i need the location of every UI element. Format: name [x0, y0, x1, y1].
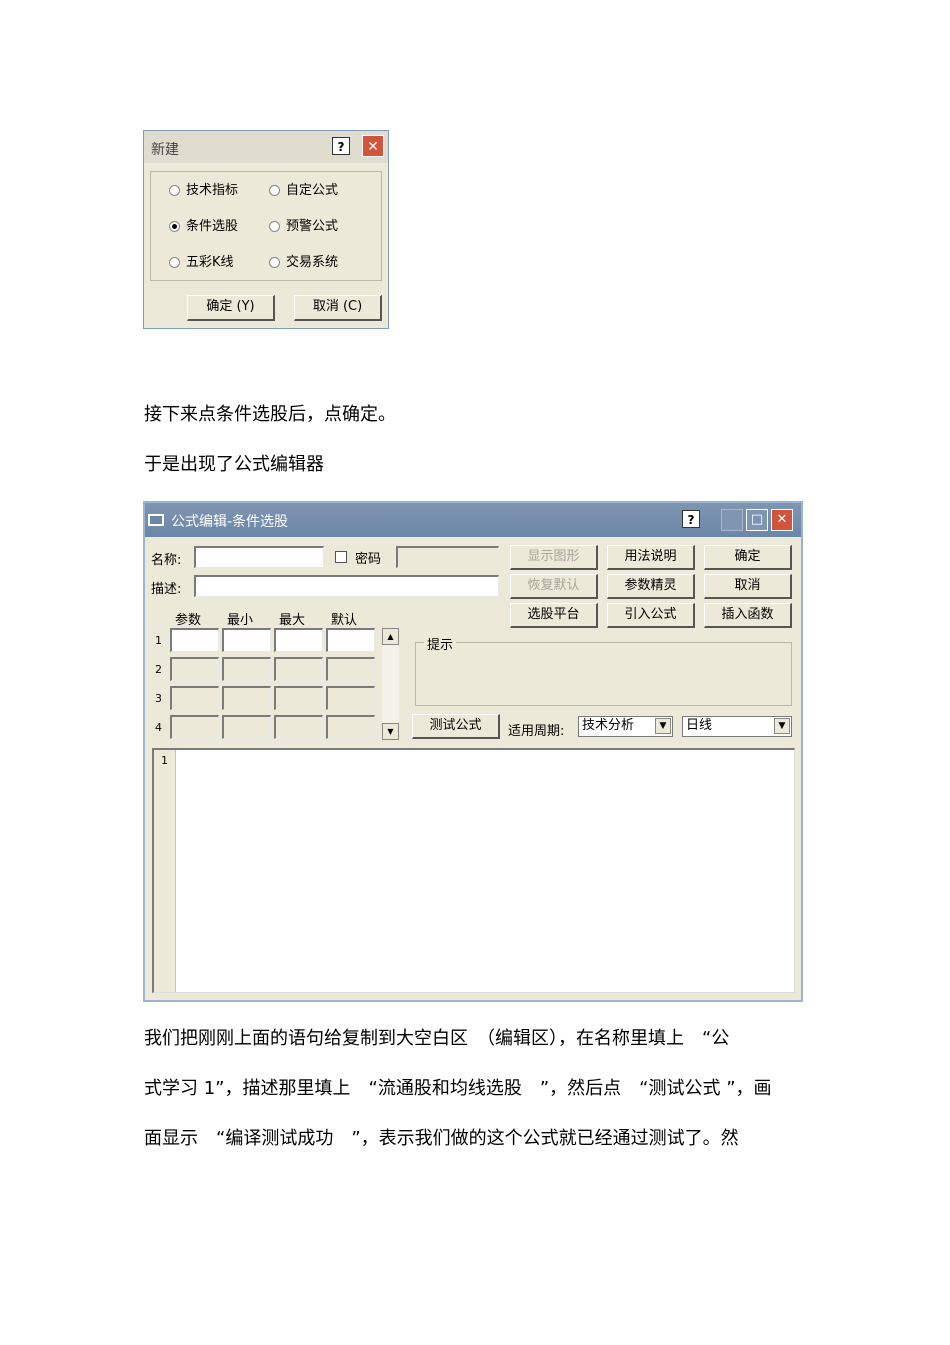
- instruction-text-3-line-2: 式学习 1”，描述那里填上 “流通股和均线选股 ”，然后点 “测试公式 ”，画: [144, 1078, 772, 1099]
- radio-label: 技术指标: [186, 183, 239, 198]
- param-header-min: 最小: [227, 613, 254, 628]
- restore-default-button[interactable]: 恢复默认: [510, 574, 598, 599]
- description-input[interactable]: [194, 575, 499, 597]
- name-label: 名称:: [151, 553, 182, 568]
- radio-custom-formula[interactable]: 自定公式: [269, 183, 338, 199]
- radio-dot-icon: [269, 185, 280, 196]
- insert-function-button[interactable]: 插入函数: [704, 603, 792, 628]
- window-icon: [148, 514, 164, 526]
- analysis-select[interactable]: 技术分析 ▼: [578, 716, 673, 737]
- editor-title: 公式编辑-条件选股: [171, 514, 289, 530]
- instruction-text-1: 接下来点条件选股后，点确定。: [144, 404, 396, 425]
- new-dialog-title: 新建: [151, 142, 179, 158]
- param-row-number: 2: [155, 663, 162, 676]
- confirm-button[interactable]: 确定: [704, 545, 792, 570]
- ok-button[interactable]: 确定 (Y): [187, 295, 275, 321]
- test-formula-button[interactable]: 测试公式: [412, 714, 500, 739]
- param-1-default-input[interactable]: [326, 628, 375, 652]
- new-dialog-titlebar: 新建 ? ✕: [144, 131, 388, 163]
- instruction-text-3-line-3: 面显示 “编译测试成功 ”，表示我们做的这个公式就已经通过测试了。然: [144, 1128, 739, 1149]
- formula-editor-area[interactable]: 1: [152, 748, 795, 993]
- password-label: 密码: [355, 552, 382, 567]
- radio-selected-icon: [169, 221, 180, 232]
- help-icon[interactable]: ?: [682, 510, 700, 528]
- radio-dot-icon: [269, 257, 280, 268]
- instruction-text-3-line-1: 我们把刚刚上面的语句给复制到大空白区 （编辑区），在名称里填上 “公: [144, 1028, 730, 1049]
- param-header-name: 参数: [175, 613, 202, 628]
- param-2-min-input[interactable]: [222, 657, 271, 681]
- hint-box: [415, 642, 792, 706]
- show-graph-button[interactable]: 显示图形: [510, 545, 598, 570]
- name-input[interactable]: [194, 546, 324, 568]
- param-header-max: 最大: [279, 613, 306, 628]
- param-row-number: 3: [155, 692, 162, 705]
- param-2-max-input[interactable]: [274, 657, 323, 681]
- stock-platform-button[interactable]: 选股平台: [510, 603, 598, 628]
- radio-dot-icon: [269, 221, 280, 232]
- radio-technical-indicator[interactable]: 技术指标: [169, 183, 238, 199]
- radio-dot-icon: [169, 185, 180, 196]
- cancel-button[interactable]: 取消: [704, 574, 792, 599]
- radio-label: 五彩K线: [186, 255, 234, 270]
- usage-button[interactable]: 用法说明: [607, 545, 695, 570]
- formula-editor-window: 公式编辑-条件选股 ? □ ✕ 名称: 密码 描述: 显示图形 用法说明 确定 …: [143, 501, 803, 1002]
- formula-type-group: 技术指标 自定公式 条件选股 预警公式 五彩K线 交易系统: [150, 171, 382, 281]
- radio-colored-kline[interactable]: 五彩K线: [169, 255, 234, 271]
- param-4-max-input[interactable]: [274, 715, 323, 739]
- password-input[interactable]: [396, 546, 499, 568]
- close-icon[interactable]: ✕: [362, 135, 384, 157]
- description-label: 描述:: [151, 582, 182, 597]
- param-1-name-input[interactable]: [170, 628, 219, 652]
- radio-dot-icon: [169, 257, 180, 268]
- param-wizard-button[interactable]: 参数精灵: [607, 574, 695, 599]
- param-3-max-input[interactable]: [274, 686, 323, 710]
- param-4-name-input[interactable]: [170, 715, 219, 739]
- param-2-default-input[interactable]: [326, 657, 375, 681]
- editor-titlebar: 公式编辑-条件选股 ? □ ✕: [145, 503, 801, 537]
- param-row-number: 4: [155, 721, 162, 734]
- radio-label: 自定公式: [286, 183, 339, 198]
- help-icon[interactable]: ?: [332, 137, 350, 155]
- radio-condition-stock-pick[interactable]: 条件选股: [169, 219, 238, 235]
- radio-alert-formula[interactable]: 预警公式: [269, 219, 338, 235]
- radio-label: 条件选股: [186, 219, 239, 234]
- param-1-min-input[interactable]: [222, 628, 271, 652]
- param-1-max-input[interactable]: [274, 628, 323, 652]
- scroll-up-icon[interactable]: ▲: [382, 628, 399, 645]
- radio-label: 预警公式: [286, 219, 339, 234]
- password-checkbox[interactable]: [335, 551, 347, 563]
- radio-label: 交易系统: [286, 255, 339, 270]
- line-number-gutter: 1: [154, 750, 176, 992]
- param-row-number: 1: [155, 634, 162, 647]
- cancel-button[interactable]: 取消 (C): [294, 295, 382, 321]
- param-4-min-input[interactable]: [222, 715, 271, 739]
- period-select-value: 日线: [686, 718, 713, 733]
- line-number: 1: [161, 754, 168, 767]
- import-formula-button[interactable]: 引入公式: [607, 603, 695, 628]
- param-4-default-input[interactable]: [326, 715, 375, 739]
- analysis-select-value: 技术分析: [582, 718, 635, 733]
- param-3-name-input[interactable]: [170, 686, 219, 710]
- hint-legend: 提示: [424, 634, 457, 653]
- dropdown-arrow-icon[interactable]: ▼: [655, 718, 671, 734]
- param-3-min-input[interactable]: [222, 686, 271, 710]
- param-header-default: 默认: [331, 613, 358, 628]
- minimize-icon[interactable]: [721, 509, 743, 531]
- scroll-down-icon[interactable]: ▼: [382, 723, 399, 740]
- dropdown-arrow-icon[interactable]: ▼: [774, 718, 790, 734]
- param-2-name-input[interactable]: [170, 657, 219, 681]
- param-scrollbar[interactable]: ▲ ▼: [382, 628, 399, 740]
- maximize-icon[interactable]: □: [746, 509, 768, 531]
- close-icon[interactable]: ✕: [771, 509, 793, 531]
- period-label: 适用周期:: [508, 724, 565, 739]
- new-dialog: 新建 ? ✕ 技术指标 自定公式 条件选股 预警公式 五彩K线 交易系统 确定 …: [143, 130, 389, 329]
- param-3-default-input[interactable]: [326, 686, 375, 710]
- period-select[interactable]: 日线 ▼: [682, 716, 792, 737]
- instruction-text-2: 于是出现了公式编辑器: [144, 454, 324, 475]
- radio-trading-system[interactable]: 交易系统: [269, 255, 338, 271]
